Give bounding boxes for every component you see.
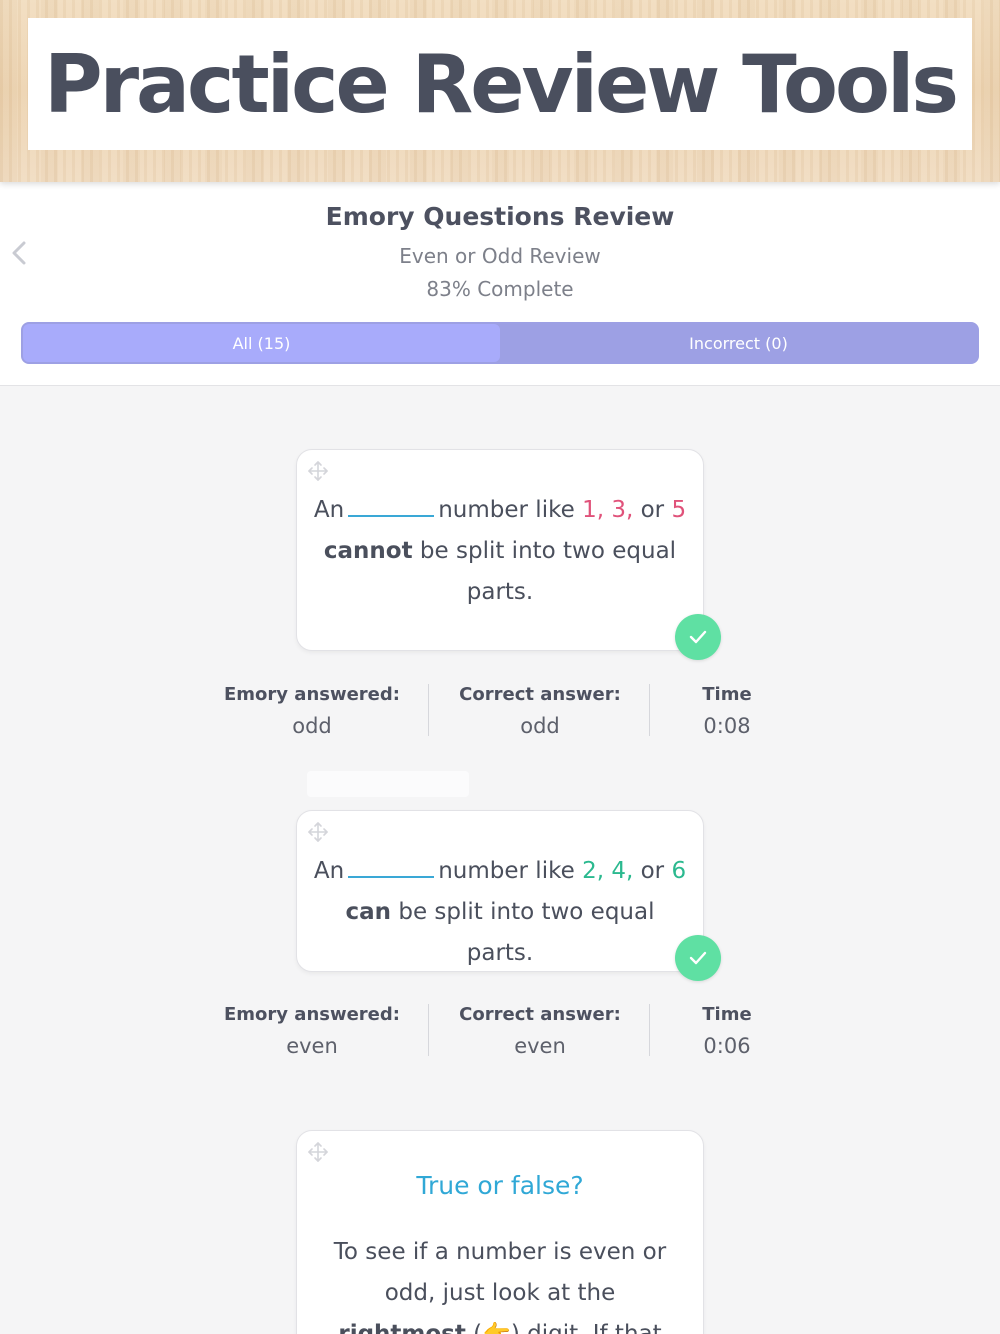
answer-blank bbox=[348, 499, 435, 517]
example-number: 2, bbox=[582, 858, 605, 884]
review-header: Emory Questions Review Even or Odd Revie… bbox=[0, 182, 1000, 386]
answer-blank bbox=[348, 860, 435, 878]
student-answer: Emory answered: odd bbox=[224, 684, 400, 738]
filter-tabs: All (15) Incorrect (0) bbox=[21, 322, 979, 364]
tab-all[interactable]: All (15) bbox=[23, 324, 500, 362]
divider bbox=[428, 684, 429, 736]
question-card: An number like 2, 4, or 6 can be split in… bbox=[296, 810, 721, 981]
example-number: 1, bbox=[582, 497, 605, 523]
student-answer: Emory answered: even bbox=[224, 1004, 400, 1058]
divider bbox=[428, 1004, 429, 1056]
example-number: 3, bbox=[611, 497, 634, 523]
answer-time: Time 0:08 bbox=[702, 684, 752, 738]
correct-answer: Correct answer: odd bbox=[459, 684, 621, 738]
drag-handle-icon[interactable] bbox=[307, 1141, 329, 1163]
answer-summary: Emory answered: even Correct answer: eve… bbox=[0, 1004, 1000, 1060]
correct-check-icon bbox=[675, 935, 721, 981]
question-text: An number like 1, 3, or 5 cannot be split… bbox=[313, 497, 687, 605]
completion-status: 83% Complete bbox=[426, 277, 574, 301]
question-emphasis: can bbox=[345, 899, 392, 925]
banner-title: Practice Review Tools bbox=[43, 37, 959, 131]
question-emphasis: cannot bbox=[323, 538, 413, 564]
example-number: 6 bbox=[671, 858, 687, 884]
page-subtitle: Even or Odd Review bbox=[399, 244, 601, 268]
correct-answer: Correct answer: even bbox=[459, 1004, 621, 1058]
banner-title-box: Practice Review Tools bbox=[28, 18, 972, 150]
drag-handle-icon[interactable] bbox=[307, 821, 329, 843]
question-card: True or false? To see if a number is eve… bbox=[296, 1130, 704, 1334]
answer-summary: Emory answered: odd Correct answer: odd … bbox=[0, 684, 1000, 740]
example-number: 4, bbox=[611, 858, 634, 884]
example-number: 5 bbox=[671, 497, 687, 523]
divider bbox=[649, 684, 650, 736]
question-emphasis: rightmost bbox=[338, 1321, 466, 1334]
pointing-hand-icon: 👉 bbox=[482, 1321, 511, 1334]
correct-check-icon bbox=[675, 614, 721, 660]
tab-incorrect[interactable]: Incorrect (0) bbox=[500, 324, 977, 362]
question-heading: True or false? bbox=[416, 1171, 584, 1200]
answer-time: Time 0:06 bbox=[702, 1004, 752, 1058]
divider bbox=[649, 1004, 650, 1056]
question-card: An number like 1, 3, or 5 cannot be split… bbox=[296, 449, 721, 660]
drag-handle-icon[interactable] bbox=[307, 460, 329, 482]
banner: Practice Review Tools bbox=[0, 0, 1000, 182]
page-title: Emory Questions Review bbox=[325, 202, 675, 231]
placeholder-bar bbox=[307, 771, 469, 797]
question-text: To see if a number is even or odd, just … bbox=[311, 1232, 689, 1334]
question-text: An number like 2, 4, or 6 can be split in… bbox=[313, 858, 687, 966]
